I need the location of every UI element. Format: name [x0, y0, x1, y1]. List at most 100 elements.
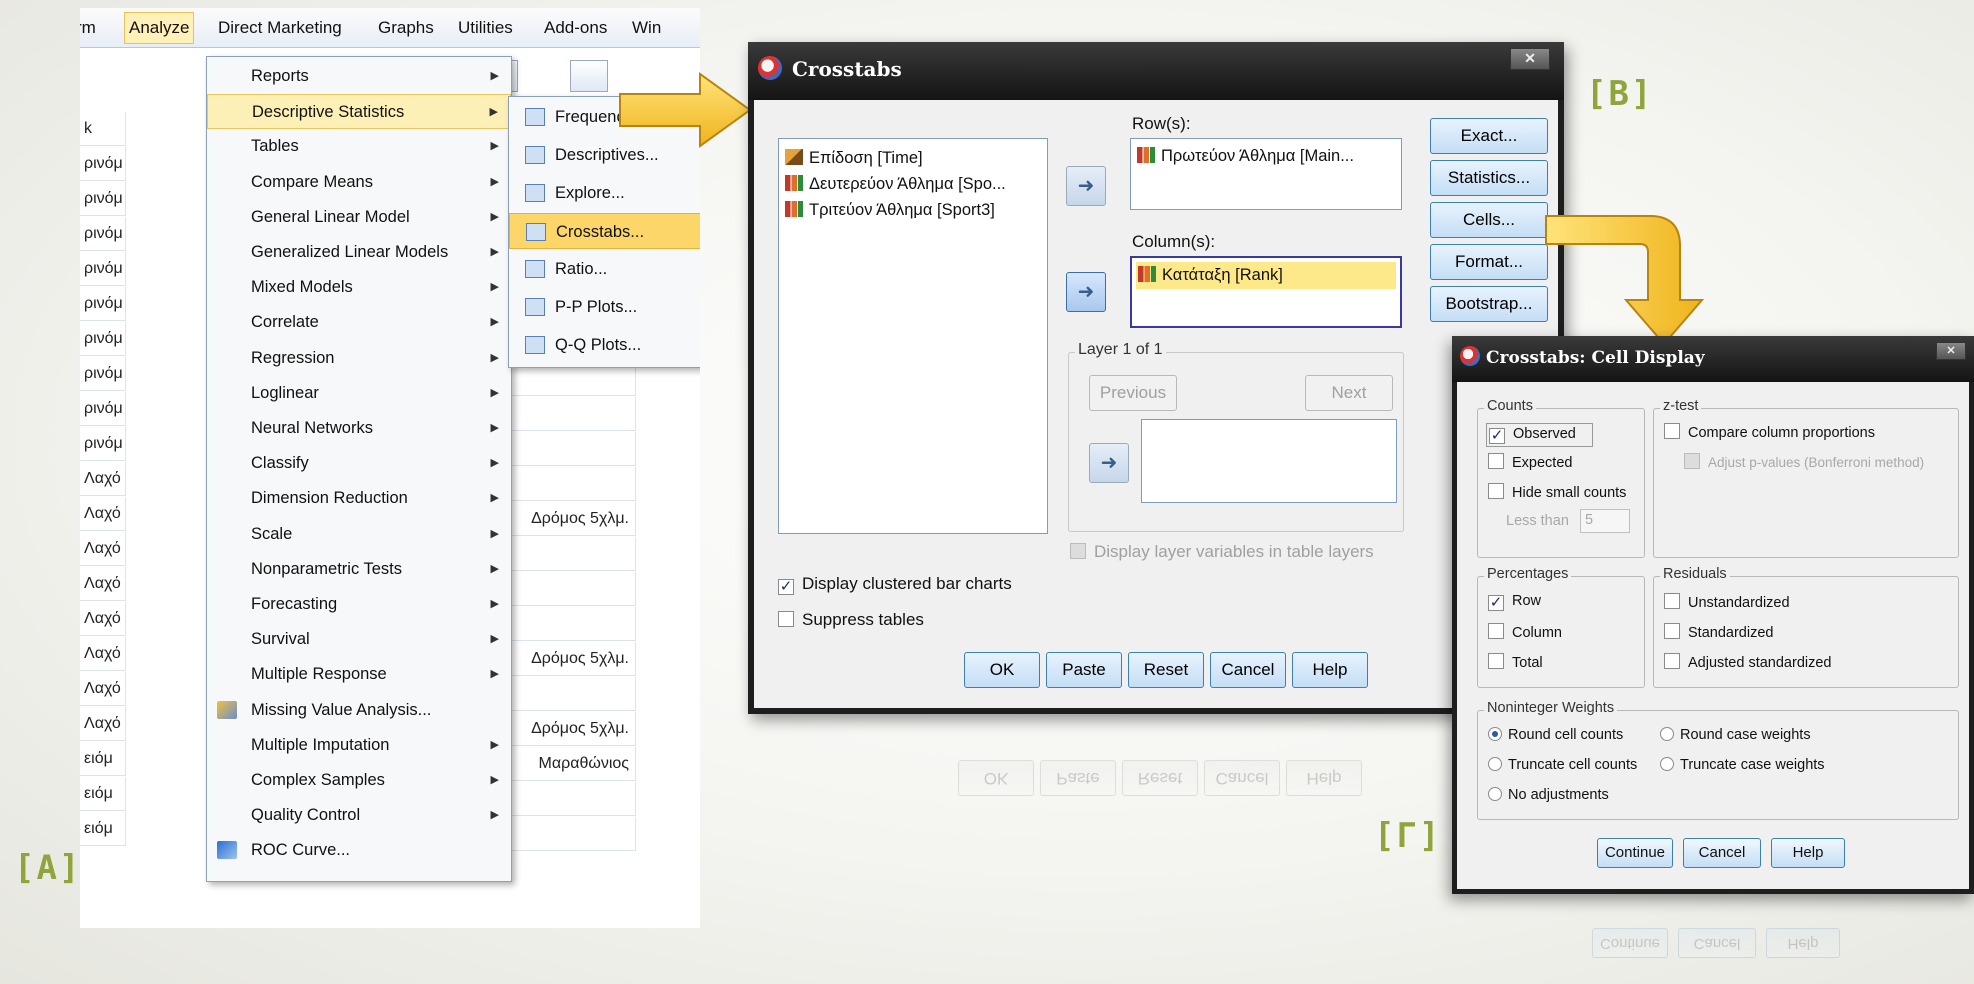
- analyze-menu-item[interactable]: Dimension Reduction ▶: [207, 481, 511, 516]
- row-percent-option[interactable]: ✓ Row: [1488, 593, 1541, 611]
- move-to-rows-arrow-icon[interactable]: ➜: [1066, 166, 1106, 206]
- reset-button[interactable]: Reset: [1128, 652, 1204, 688]
- grid-cell[interactable]: Λαχό: [80, 707, 126, 741]
- analyze-menu-item[interactable]: Generalized Linear Models ▶: [207, 235, 511, 270]
- unstandardized-option[interactable]: Unstandardized: [1664, 593, 1790, 611]
- ok-button[interactable]: OK: [964, 652, 1040, 688]
- analyze-menu-item[interactable]: General Linear Model ▶: [207, 200, 511, 235]
- analyze-menu-item[interactable]: Classify ▶: [207, 446, 511, 481]
- analyze-menu-item[interactable]: Neural Networks ▶: [207, 411, 511, 446]
- grid-cell[interactable]: ρινόμ: [80, 287, 126, 321]
- compare-column-proportions-option[interactable]: Compare column proportions: [1664, 423, 1875, 441]
- grid-cell[interactable]: Λαχό: [80, 497, 126, 531]
- grid-cell[interactable]: Λαχό: [80, 637, 126, 671]
- analyze-menu-item[interactable]: Regression ▶: [207, 341, 511, 376]
- statistics-button[interactable]: Statistics...: [1430, 160, 1548, 196]
- analyze-menu-item[interactable]: Scale ▶: [207, 517, 511, 552]
- menu-analyze[interactable]: Analyze: [124, 12, 195, 44]
- observed-option[interactable]: ✓ Observed: [1486, 423, 1593, 447]
- menu-graphs[interactable]: Graphs: [378, 18, 434, 38]
- continue-button[interactable]: Continue: [1597, 838, 1673, 868]
- descriptive-submenu-item[interactable]: Explore...: [509, 175, 700, 211]
- menu-direct-marketing[interactable]: Direct Marketing: [218, 18, 342, 38]
- grid-cell[interactable]: ρινόμ: [80, 392, 126, 426]
- adjusted-standardized-option[interactable]: Adjusted standardized: [1664, 653, 1832, 671]
- cells-button[interactable]: Cells...: [1430, 202, 1548, 238]
- paste-button[interactable]: Paste: [1046, 652, 1122, 688]
- row-var-main[interactable]: Πρωτεύον Άθλημα [Main...: [1137, 147, 1354, 166]
- grid-cell[interactable]: ειόμ: [80, 742, 126, 776]
- analyze-menu-item[interactable]: Compare Means ▶: [207, 165, 511, 200]
- exact-button[interactable]: Exact...: [1430, 118, 1548, 154]
- move-to-layer-arrow-icon[interactable]: ➜: [1089, 443, 1129, 483]
- cancel-button[interactable]: Cancel: [1210, 652, 1286, 688]
- analyze-menu-item[interactable]: Quality Control ▶: [207, 798, 511, 833]
- var-item-sport2[interactable]: Δευτερεύον Άθλημα [Spo...: [785, 175, 1006, 194]
- analyze-menu-item[interactable]: Forecasting ▶: [207, 587, 511, 622]
- analyze-menu-item[interactable]: Correlate ▶: [207, 305, 511, 340]
- grid-cell[interactable]: Λαχό: [80, 602, 126, 636]
- grid-cell[interactable]: Λαχό: [80, 567, 126, 601]
- close-icon[interactable]: ✕: [1936, 342, 1966, 360]
- round-case-weights-radio[interactable]: Round case weights: [1660, 727, 1811, 743]
- adjust-p-values-option[interactable]: Adjust p-values (Bonferroni method): [1684, 453, 1924, 470]
- format-button[interactable]: Format...: [1430, 244, 1548, 280]
- descriptive-submenu-item[interactable]: Crosstabs...: [509, 213, 700, 249]
- bootstrap-button[interactable]: Bootstrap...: [1430, 286, 1548, 322]
- analyze-menu-item[interactable]: Tables ▶: [207, 129, 511, 164]
- truncate-cell-counts-radio[interactable]: Truncate cell counts: [1488, 757, 1637, 773]
- grid-cell[interactable]: ρινόμ: [80, 252, 126, 286]
- grid-cell[interactable]: ρινόμ: [80, 217, 126, 251]
- grid-cell[interactable]: ειόμ: [80, 777, 126, 811]
- analyze-menu-item[interactable]: Multiple Response ▶: [207, 657, 511, 692]
- descriptive-submenu-item[interactable]: Ratio...: [509, 251, 700, 287]
- analyze-menu-item[interactable]: Nonparametric Tests ▶: [207, 552, 511, 587]
- round-cell-counts-radio[interactable]: Round cell counts: [1488, 727, 1623, 743]
- no-adjustments-radio[interactable]: No adjustments: [1488, 787, 1609, 803]
- truncate-case-weights-radio[interactable]: Truncate case weights: [1660, 757, 1825, 773]
- clustered-bar-charts-option[interactable]: ✓ Display clustered bar charts: [778, 574, 1012, 595]
- analyze-menu-item[interactable]: Complex Samples ▶: [207, 763, 511, 798]
- menu-transform[interactable]: rm: [80, 18, 96, 38]
- grid-cell[interactable]: k: [80, 112, 126, 146]
- descriptive-submenu-item[interactable]: P-P Plots...: [509, 289, 700, 325]
- suppress-tables-option[interactable]: Suppress tables: [778, 610, 924, 630]
- grid-cell[interactable]: ειόμ: [80, 812, 126, 846]
- expected-option[interactable]: Expected: [1488, 453, 1572, 471]
- menu-add-ons[interactable]: Add-ons: [544, 18, 607, 38]
- next-button[interactable]: Next: [1305, 375, 1393, 411]
- columns-list[interactable]: Κατάταξη [Rank]: [1130, 256, 1402, 328]
- cancel-button[interactable]: Cancel: [1683, 838, 1761, 868]
- grid-cell[interactable]: ρινόμ: [80, 322, 126, 356]
- grid-cell[interactable]: ρινόμ: [80, 427, 126, 461]
- column-percent-option[interactable]: Column: [1488, 623, 1562, 641]
- help-button[interactable]: Help: [1771, 838, 1845, 868]
- grid-cell[interactable]: ρινόμ: [80, 182, 126, 216]
- hide-small-counts-option[interactable]: Hide small counts: [1488, 483, 1626, 501]
- previous-button[interactable]: Previous: [1089, 375, 1177, 411]
- less-than-input[interactable]: 5: [1580, 509, 1630, 533]
- analyze-menu-item[interactable]: Missing Value Analysis...: [207, 693, 511, 728]
- display-layer-vars-option[interactable]: Display layer variables in table layers: [1070, 542, 1374, 562]
- grid-cell[interactable]: ρινόμ: [80, 147, 126, 181]
- source-variable-list[interactable]: Επίδοση [Time] Δευτερεύον Άθλημα [Spo...…: [778, 138, 1048, 534]
- toolbar-icon-3[interactable]: [570, 60, 608, 92]
- descriptive-submenu-item[interactable]: Q-Q Plots...: [509, 327, 700, 363]
- analyze-menu-item[interactable]: Multiple Imputation ▶: [207, 728, 511, 763]
- var-item-sport3[interactable]: Τριτεύον Άθλημα [Sport3]: [785, 201, 995, 220]
- move-to-columns-arrow-icon[interactable]: ➜: [1066, 272, 1106, 312]
- standardized-option[interactable]: Standardized: [1664, 623, 1773, 641]
- grid-cell[interactable]: Λαχό: [80, 672, 126, 706]
- layer-list[interactable]: [1141, 419, 1397, 503]
- grid-cell[interactable]: ρινόμ: [80, 357, 126, 391]
- menu-utilities[interactable]: Utilities: [458, 18, 513, 38]
- grid-cell[interactable]: Λαχό: [80, 532, 126, 566]
- help-button[interactable]: Help: [1292, 652, 1368, 688]
- close-icon[interactable]: ✕: [1510, 48, 1550, 70]
- analyze-menu-item[interactable]: Loglinear ▶: [207, 376, 511, 411]
- rows-list[interactable]: Πρωτεύον Άθλημα [Main...: [1130, 138, 1402, 210]
- analyze-menu-item[interactable]: Survival ▶: [207, 622, 511, 657]
- grid-cell[interactable]: Λαχό: [80, 462, 126, 496]
- analyze-menu-item[interactable]: Reports ▶: [207, 59, 511, 94]
- analyze-menu-item[interactable]: ROC Curve...: [207, 833, 511, 868]
